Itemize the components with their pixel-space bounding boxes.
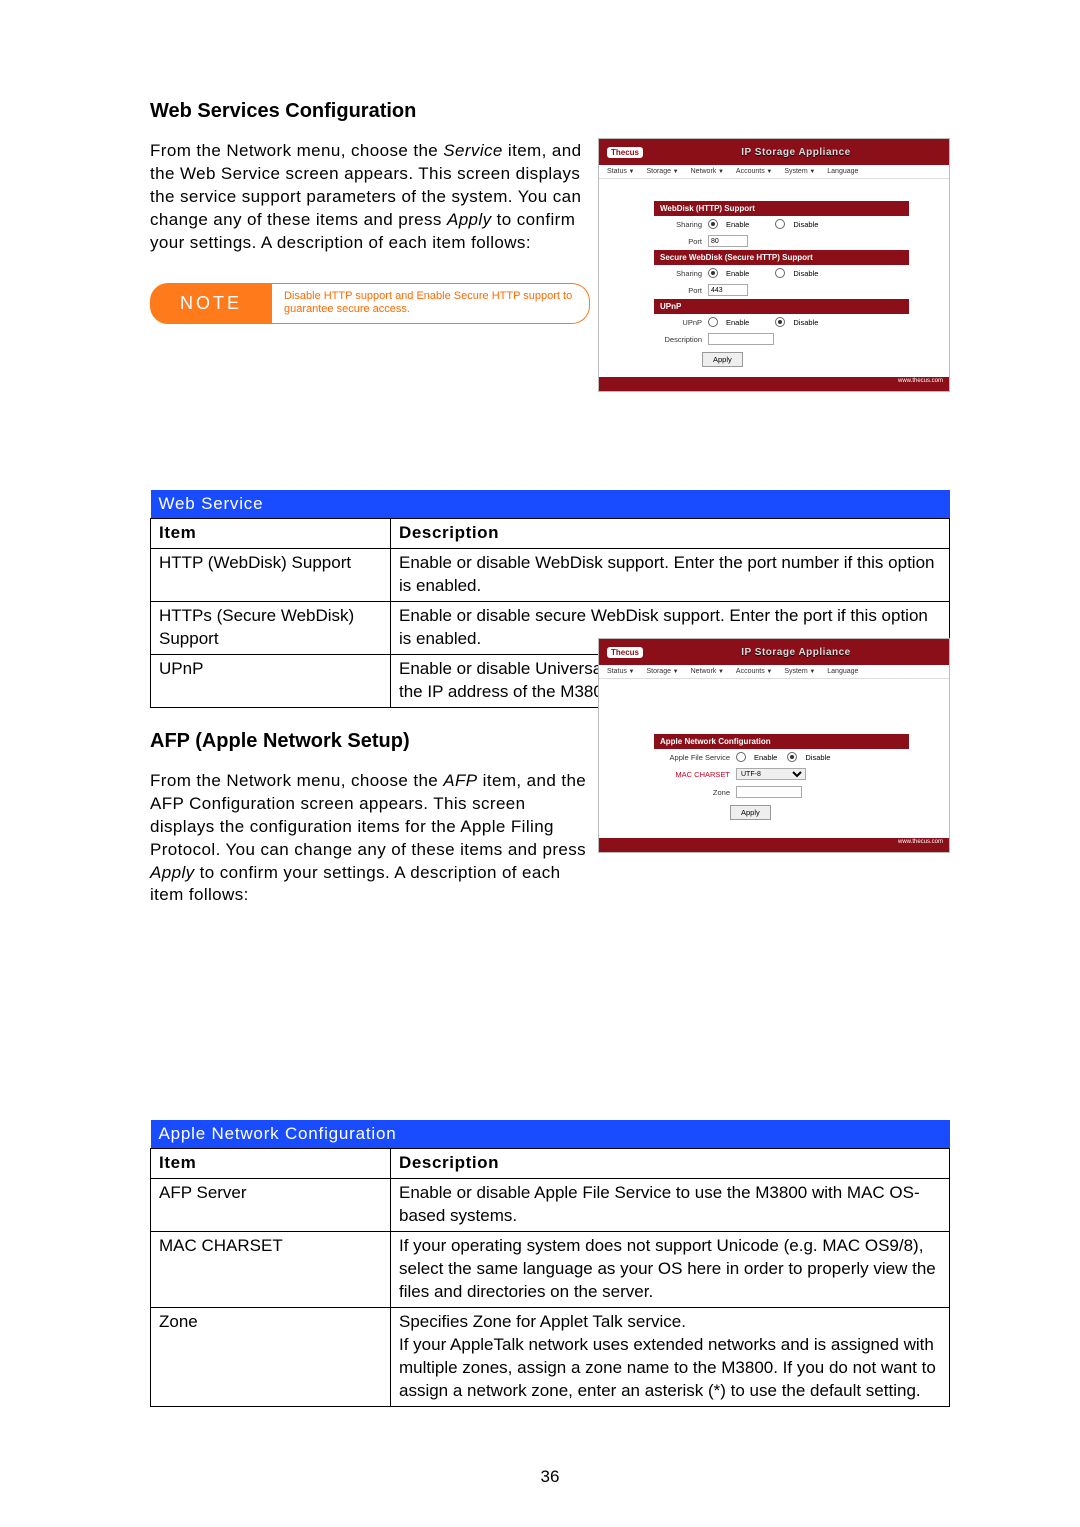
label-description: Description <box>660 335 702 344</box>
input-upnp-description[interactable] <box>708 333 774 345</box>
table1-row0-desc: Enable or disable WebDisk support. Enter… <box>391 549 950 602</box>
label-mac-charset: MAC CHARSET <box>660 770 730 779</box>
table2-banner: Apple Network Configuration <box>151 1120 950 1149</box>
panel-afp: Apple Network Configuration <box>654 734 909 749</box>
label-disable4: Disable <box>805 753 830 762</box>
radio-http-disable[interactable] <box>775 219 785 229</box>
table2-header-item: Item <box>151 1149 391 1179</box>
apple-network-table: Apple Network Configuration Item Descrip… <box>150 1120 950 1406</box>
screenshot-footer2: www.thecus.com <box>599 838 949 852</box>
table1-banner: Web Service <box>151 490 950 519</box>
label-sharing: Sharing <box>660 220 702 229</box>
table1-row1-item: HTTPs (Secure WebDisk) Support <box>151 602 391 655</box>
table2-row2-desc: Specifies Zone for Applet Talk service. … <box>391 1308 950 1407</box>
input-zone[interactable] <box>736 786 802 798</box>
screenshot-afp: Thecus IP Storage Appliance Status Stora… <box>598 638 950 853</box>
table1-header-desc: Description <box>391 519 950 549</box>
label-zone: Zone <box>660 788 730 797</box>
menu-language2[interactable]: Language <box>827 668 858 675</box>
menu-accounts2[interactable]: Accounts <box>736 668 772 675</box>
menu-status[interactable]: Status <box>607 168 634 175</box>
note-label: NOTE <box>150 283 272 325</box>
label-upnp: UPnP <box>660 318 702 327</box>
note-callout: NOTE Disable HTTP support and Enable Sec… <box>150 283 590 325</box>
radio-afs-enable[interactable] <box>736 752 746 762</box>
radio-http-enable[interactable] <box>708 219 718 229</box>
label-port: Port <box>660 237 702 246</box>
label-disable: Disable <box>793 220 818 229</box>
screenshot-footer: www.thecus.com <box>599 377 949 391</box>
label-sharing2: Sharing <box>660 269 702 278</box>
table1-row2-item: UPnP <box>151 654 391 707</box>
radio-upnp-disable[interactable] <box>775 317 785 327</box>
menu-storage[interactable]: Storage <box>646 168 678 175</box>
select-mac-charset[interactable]: UTF-8 <box>736 768 806 780</box>
logo2: Thecus <box>607 647 643 658</box>
screenshot-web-service: Thecus IP Storage Appliance Status Stora… <box>598 138 950 392</box>
menu-system2[interactable]: System <box>784 668 815 675</box>
radio-afs-disable[interactable] <box>787 752 797 762</box>
radio-upnp-enable[interactable] <box>708 317 718 327</box>
table2-row1-item: MAC CHARSET <box>151 1232 391 1308</box>
input-https-port[interactable] <box>708 284 748 296</box>
apply-button[interactable]: Apply <box>702 352 743 367</box>
label-enable2: Enable <box>726 269 749 278</box>
table2-row1-desc: If your operating system does not suppor… <box>391 1232 950 1308</box>
panel-webdisk-http: WebDisk (HTTP) Support <box>654 201 909 216</box>
note-text: Disable HTTP support and Enable Secure H… <box>272 283 590 325</box>
table2-header-desc: Description <box>391 1149 950 1179</box>
table2-row0-item: AFP Server <box>151 1179 391 1232</box>
label-disable3: Disable <box>793 318 818 327</box>
appliance-title2: IP Storage Appliance <box>651 647 941 658</box>
label-enable3: Enable <box>726 318 749 327</box>
menu-language[interactable]: Language <box>827 168 858 175</box>
panel-webdisk-https: Secure WebDisk (Secure HTTP) Support <box>654 250 909 265</box>
panel-upnp: UPnP <box>654 299 909 314</box>
menubar2: Status Storage Network Accounts System L… <box>599 665 949 679</box>
logo: Thecus <box>607 147 643 158</box>
label-enable4: Enable <box>754 753 777 762</box>
section-heading-web-services: Web Services Configuration <box>150 100 950 123</box>
radio-https-disable[interactable] <box>775 268 785 278</box>
menu-accounts[interactable]: Accounts <box>736 168 772 175</box>
apply-button2[interactable]: Apply <box>730 805 771 820</box>
table1-header-item: Item <box>151 519 391 549</box>
label-enable: Enable <box>726 220 749 229</box>
menu-network2[interactable]: Network <box>691 668 724 675</box>
menubar: Status Storage Network Accounts System L… <box>599 165 949 179</box>
menu-system[interactable]: System <box>784 168 815 175</box>
table1-row0-item: HTTP (WebDisk) Support <box>151 549 391 602</box>
section1-paragraph: From the Network menu, choose the Servic… <box>150 140 590 255</box>
radio-https-enable[interactable] <box>708 268 718 278</box>
label-disable2: Disable <box>793 269 818 278</box>
menu-network[interactable]: Network <box>691 168 724 175</box>
input-http-port[interactable] <box>708 235 748 247</box>
appliance-title: IP Storage Appliance <box>651 147 941 158</box>
label-port2: Port <box>660 286 702 295</box>
menu-storage2[interactable]: Storage <box>646 668 678 675</box>
table2-row0-desc: Enable or disable Apple File Service to … <box>391 1179 950 1232</box>
page-number: 36 <box>150 1467 950 1487</box>
menu-status2[interactable]: Status <box>607 668 634 675</box>
section2-paragraph: From the Network menu, choose the AFP it… <box>150 770 590 908</box>
table2-row2-item: Zone <box>151 1308 391 1407</box>
label-afs: Apple File Service <box>660 753 730 762</box>
